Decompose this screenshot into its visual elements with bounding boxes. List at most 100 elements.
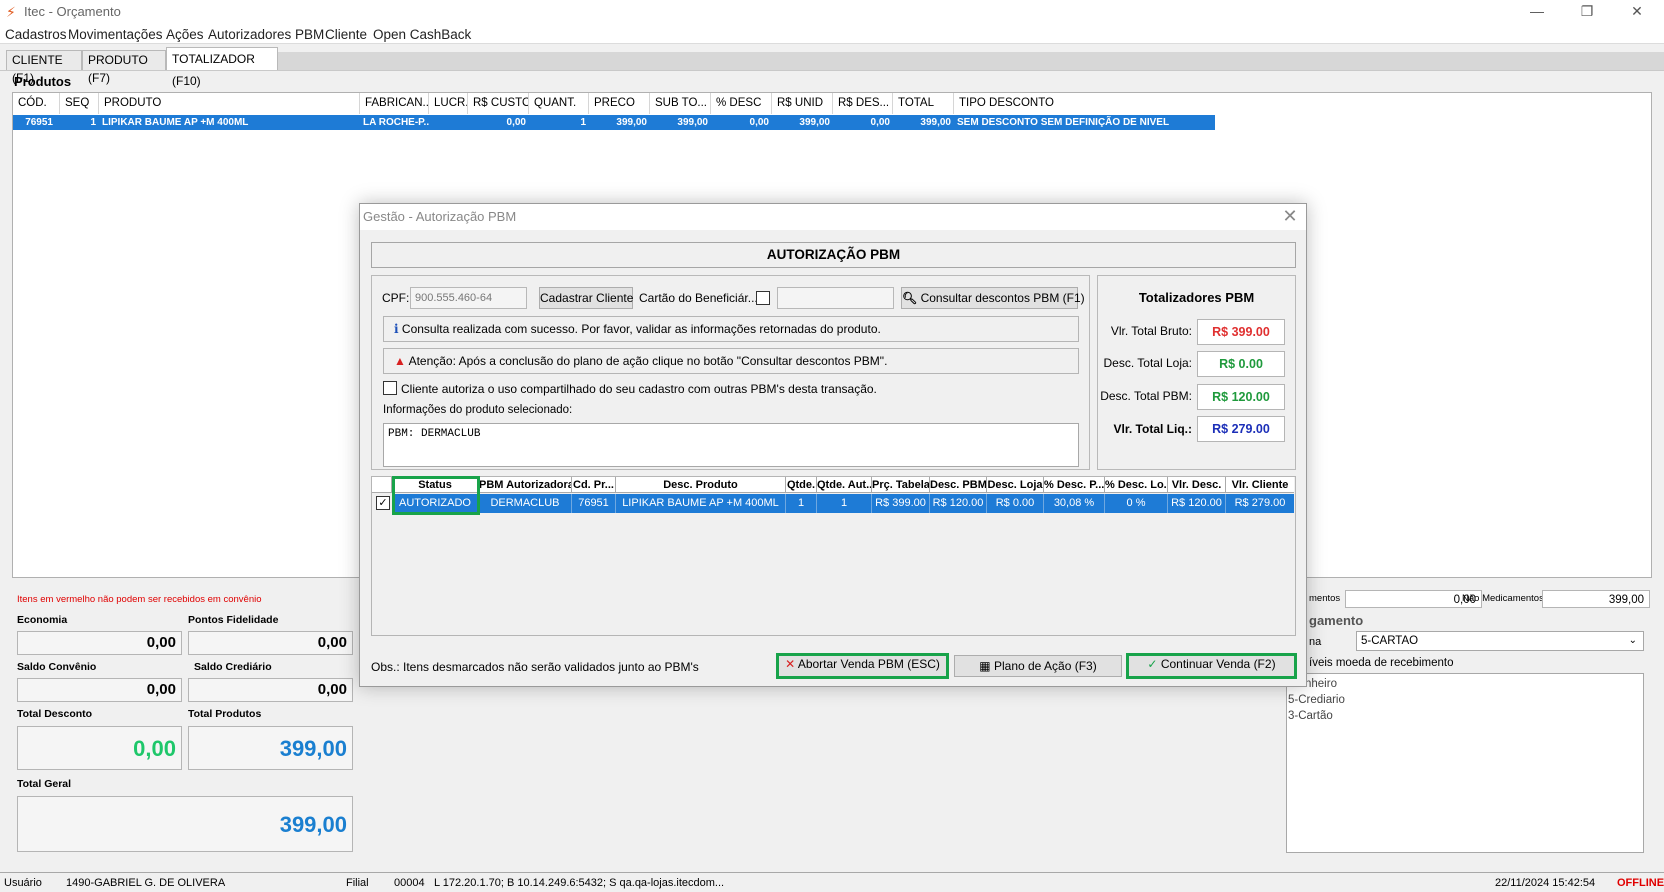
menu-acoes[interactable]: Ações [166,27,204,43]
col-header-quant[interactable]: QUANT. [529,93,589,114]
datetime: 22/11/2024 15:42:54 [1495,877,1596,889]
saldo-convenio-value: 0,00 [17,678,182,702]
usuario-value: 1490-GABRIEL G. DE OLIVERA [66,877,226,889]
list-item[interactable]: 5-Crediario [1288,692,1345,708]
cell-vlr-desc: R$ 120.00 [1168,494,1226,513]
produto-info-textarea[interactable]: PBM: DERMACLUB [383,423,1079,467]
tab-cliente[interactable]: CLIENTE (F1) [6,50,82,85]
forma-label: na [1309,636,1322,648]
grid-header-qtde[interactable]: Qtde. [786,477,817,493]
cadastrar-cliente-button[interactable]: Cadastrar Cliente [539,287,633,309]
total-desconto-label: Total Desconto [17,708,93,720]
medicamentos-label: mentos [1309,593,1341,604]
calculator-icon: ▦ [979,659,991,673]
grid-header-desc-produto[interactable]: Desc. Produto [616,477,786,493]
consultar-descontos-button[interactable]: 🔍︎ Consultar descontos PBM (F1) [901,287,1085,309]
cell-desc: 0,00 [749,117,769,128]
warning-message-text: Atenção: Após a conclusão do plano de aç… [408,354,888,368]
grid-header-desc-loja[interactable]: Desc. Loja [987,477,1044,493]
cell-desc-produto: LIPIKAR BAUME AP +M 400ML [616,494,786,513]
consent-checkbox[interactable] [383,381,397,395]
menu-cliente[interactable]: Cliente [325,27,367,43]
app-logo-icon: ⚡ [6,4,16,20]
totalizadores-title: Totalizadores PBM [1138,290,1255,305]
col-header-produto[interactable]: PRODUTO [99,93,360,114]
cpf-input[interactable]: 900.555.460-64 [410,287,527,309]
pbm-value: R$ 120.00 [1197,384,1285,410]
cell-cod: 76951 [25,117,53,128]
status-bar [0,872,1664,892]
grid-header-pbm[interactable]: PBM Autorizadora [479,477,572,493]
saldo-crediario-value: 0,00 [188,678,353,702]
menu-cadastros[interactable]: Cadastros [5,27,67,43]
maximize-button[interactable]: ❐ [1564,0,1610,24]
dialog-header: AUTORIZAÇÃO PBM [371,242,1296,268]
grid-header-vlr-cliente[interactable]: Vlr. Cliente [1226,477,1294,493]
col-header-total[interactable]: TOTAL [893,93,954,114]
status-column-highlight [392,476,480,515]
col-header-lucr[interactable]: LUCR. [429,93,468,114]
col-header-desc[interactable]: % DESC [711,93,772,114]
cell-preco: 399,00 [616,117,647,128]
col-header-rs-desc[interactable]: R$ DES... [833,93,893,114]
pontos-label: Pontos Fidelidade [188,614,279,626]
cell-rs-desc: 0,00 [870,117,890,128]
info-icon: i [394,322,399,336]
grid-header-pct-desc-loja[interactable]: % Desc. Lo... [1105,477,1168,493]
close-icon: ✕ [785,657,796,671]
cartao-checkbox[interactable] [756,291,770,305]
filial-value: 00004 [394,877,425,889]
grid-header-desc-pbm[interactable]: Desc. PBM [930,477,987,493]
grid-header-prc-tabela[interactable]: Prç. Tabela [872,477,930,493]
grid-header-check [372,477,392,493]
loja-label: Desc. Total Loja: [1103,356,1193,370]
row-checkbox-checked-icon[interactable]: ✓ [376,496,390,510]
info-message-text: Consulta realizada com sucesso. Por favo… [401,322,881,336]
col-header-custo[interactable]: R$ CUSTO [468,93,529,114]
grid-header-pct-desc-pbm[interactable]: % Desc. P... [1044,477,1105,493]
list-item[interactable]: nheiro [1305,676,1337,692]
liq-label: Vlr. Total Liq.: [1113,422,1192,436]
cell-lucr [429,115,468,130]
abortar-venda-button[interactable]: ✕ Abortar Venda PBM (ESC) [776,653,949,679]
list-item[interactable]: 3-Cartão [1288,708,1333,724]
grid-header-cd[interactable]: Cd. Pr... [572,477,616,493]
dialog-close-icon[interactable]: ✕ [1280,205,1300,227]
col-header-tipo-desconto[interactable]: TIPO DESCONTO [954,93,1215,114]
forma-pagamento-select[interactable]: 5-CARTAO ⌄ [1356,631,1644,651]
search-icon: 🔍︎ [902,291,918,305]
grid-header-vlr-desc[interactable]: Vlr. Desc. [1168,477,1226,493]
cell-custo: 0,00 [506,117,526,128]
grid-header-qtde-aut[interactable]: Qtde. Aut... [817,477,872,493]
col-header-seq[interactable]: SEQ [60,93,99,114]
minimize-button[interactable]: — [1514,0,1560,24]
plano-acao-button[interactable]: ▦ Plano de Ação (F3) [954,655,1122,677]
col-header-subtotal[interactable]: SUB TO... [650,93,711,114]
filial-label: Filial [346,877,369,889]
tab-produto[interactable]: PRODUTO (F7) [82,50,166,85]
continuar-venda-button[interactable]: ✓ Continuar Venda (F2) [1126,653,1297,679]
check-icon: ✓ [1147,657,1158,671]
menu-movimentacoes[interactable]: Movimentações [68,27,163,43]
menu-open-cashback[interactable]: Open CashBack [373,27,471,43]
cell-tipo-desconto: SEM DESCONTO SEM DEFINIÇÃO DE NIVEL [957,117,1170,128]
cell-desc-loja: R$ 0.00 [987,494,1044,513]
col-header-cod[interactable]: CÓD. [13,93,60,114]
close-window-button[interactable]: ✕ [1614,0,1660,24]
tab-totalizador[interactable]: TOTALIZADOR (F10) [166,47,278,88]
info-message: i Consulta realizada com sucesso. Por fa… [383,316,1079,342]
abortar-venda-label: Abortar Venda PBM (ESC) [797,657,940,671]
col-header-fabricante[interactable]: FABRICAN... [360,93,429,114]
tab-strip-fill [278,52,1664,70]
menu-autorizadores-pbm[interactable]: Autorizadores PBM [208,27,324,43]
cell-qtde: 1 [786,494,817,513]
col-header-unid[interactable]: R$ UNID [772,93,833,114]
cell-pbm: DERMACLUB [479,494,572,513]
col-header-preco[interactable]: PRECO [589,93,650,114]
nao-medicamentos-value: 399,00 [1542,590,1650,608]
offline-status: OFFLINE [1617,877,1664,889]
total-geral-label: Total Geral [17,778,72,790]
cell-total: 399,00 [920,117,951,128]
obs-note: Obs.: Itens desmarcados não serão valida… [371,660,699,674]
cartao-input[interactable] [777,287,894,309]
